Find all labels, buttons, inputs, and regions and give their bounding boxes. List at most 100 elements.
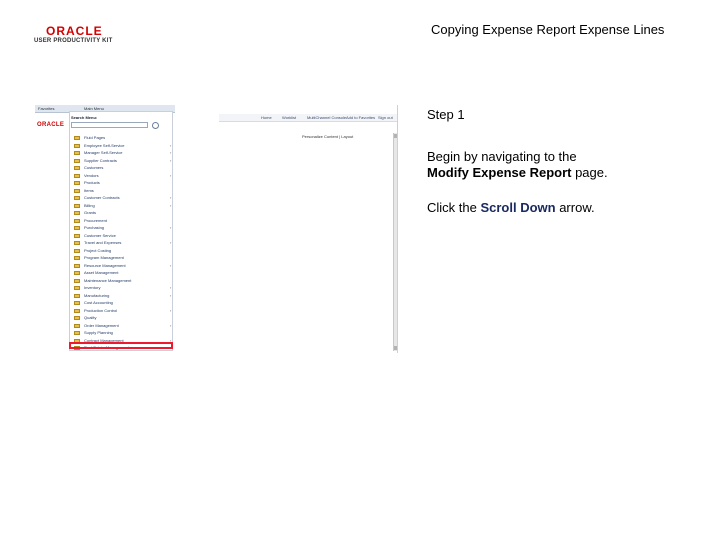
menu-item-label: Manufacturing	[84, 292, 110, 298]
oracle-logo: ORACLE	[46, 24, 103, 38]
sign-out-link[interactable]: Sign out	[378, 115, 393, 120]
menu-item[interactable]: Products	[74, 180, 172, 188]
menu-item[interactable]: Purchasing ›	[74, 225, 172, 233]
folder-icon	[74, 248, 80, 253]
submenu-arrow-icon: ›	[170, 202, 172, 208]
menu-item-label: Travel and Expenses	[84, 240, 122, 245]
step-label: Step 1	[427, 107, 465, 122]
folder-icon	[74, 301, 80, 305]
menu-item-label: Resource Management	[84, 262, 126, 268]
menu-item-label: Fluid Pages	[84, 135, 106, 140]
menu-item[interactable]: Billing ›	[74, 203, 172, 211]
multichannel-console-link[interactable]: MultiChannel Console	[307, 115, 346, 120]
document-title: Copying Expense Report Expense Lines	[431, 22, 665, 37]
menu-item[interactable]: Customer Service	[74, 233, 172, 241]
menu-item[interactable]: Inventory ›	[74, 285, 172, 293]
screenshot-oracle-logo: ORACLE	[37, 122, 65, 128]
menu-item[interactable]: Customer Contracts ›	[74, 195, 172, 203]
menu-item-label: Billing	[84, 202, 95, 208]
folder-icon	[74, 331, 80, 335]
folder-icon	[74, 181, 80, 185]
menu-item[interactable]: Supplier Contracts ›	[74, 158, 172, 166]
submenu-arrow-icon: ›	[170, 195, 172, 200]
menu-item-label: Maintenance Management	[84, 277, 132, 283]
menu-search-input[interactable]	[71, 122, 148, 128]
favorites-menu[interactable]: Favorites	[38, 106, 54, 111]
folder-icon	[74, 136, 80, 140]
instruction-suffix: arrow.	[555, 200, 595, 215]
search-go-icon[interactable]	[152, 122, 159, 129]
menu-item[interactable]: Supply Planning	[74, 330, 172, 338]
submenu-arrow-icon: ›	[170, 172, 172, 178]
menu-item-label: Asset Management	[84, 270, 119, 275]
menu-item[interactable]: Vendors ›	[74, 173, 172, 181]
folder-icon	[74, 203, 80, 208]
menu-item[interactable]: Maintenance Management	[74, 278, 172, 286]
menu-item[interactable]: Production Control ›	[74, 308, 172, 316]
folder-icon	[74, 226, 80, 230]
worklist-link[interactable]: Worklist	[282, 115, 296, 120]
menu-item[interactable]: Strategic Sourcing	[74, 353, 172, 354]
submenu-arrow-icon: ›	[170, 285, 172, 290]
submenu-arrow-icon: ›	[170, 150, 172, 155]
folder-icon	[74, 151, 80, 155]
menu-item-list: Fluid Pages Employee Self-Service › Manager…	[74, 135, 172, 353]
menu-item-label: Production Control	[84, 307, 118, 313]
submenu-arrow-icon: ›	[170, 225, 172, 230]
menu-item-label: Employee Self-Service	[84, 142, 125, 148]
intro-page-name: Modify Expense Report	[427, 165, 572, 180]
intro-suffix: page.	[571, 165, 608, 180]
submenu-arrow-icon: ›	[170, 142, 172, 148]
page-scrollbar[interactable]	[393, 133, 397, 351]
menu-item[interactable]: Employee Self-Service ›	[74, 143, 172, 151]
menu-item[interactable]: Asset Management	[74, 270, 172, 278]
menu-item[interactable]: Manufacturing ›	[74, 293, 172, 301]
menu-item[interactable]: Items	[74, 188, 172, 196]
scroll-down-arrow[interactable]	[394, 346, 397, 350]
menu-item[interactable]: Customers	[74, 165, 172, 173]
submenu-arrow-icon: ›	[170, 322, 172, 328]
add-to-favorites-link[interactable]: Add to Favorites	[346, 115, 375, 120]
folder-icon	[74, 256, 80, 260]
intro-prefix: Begin by navigating to the	[427, 149, 577, 164]
menu-item[interactable]: Manager Self-Service ›	[74, 150, 172, 158]
folder-icon	[74, 218, 80, 223]
menu-item-label: Customers	[84, 165, 104, 170]
menu-item[interactable]: Program Management	[74, 255, 172, 263]
menu-item[interactable]: Project Costing	[74, 248, 172, 256]
submenu-arrow-icon: ›	[170, 240, 172, 245]
menu-item-label: Customer Contracts	[84, 195, 120, 200]
search-menu-label: Search Menu:	[71, 115, 98, 120]
menu-item-label: Products	[84, 180, 100, 185]
menu-item[interactable]: Cost Accounting	[74, 300, 172, 308]
menu-item-label: Manager Self-Service	[84, 150, 123, 155]
submenu-arrow-icon: ›	[170, 262, 172, 268]
submenu-arrow-icon: ›	[170, 307, 172, 313]
menu-item-label: Supplier Contracts	[84, 157, 117, 163]
folder-icon	[74, 143, 80, 148]
personalize-links[interactable]: Personalize Content | Layout	[302, 134, 353, 139]
scroll-up-arrow[interactable]	[394, 134, 397, 138]
menu-item-label: Program Management	[84, 255, 124, 260]
menu-item[interactable]: Grants	[74, 210, 172, 218]
intro-text: Begin by navigating to the Modify Expens…	[427, 149, 707, 181]
submenu-arrow-icon: ›	[170, 292, 172, 298]
menu-item[interactable]: Quality	[74, 315, 172, 323]
submenu-arrow-icon: ›	[170, 157, 172, 163]
menu-item[interactable]: Resource Management ›	[74, 263, 172, 271]
menu-item[interactable]: Fluid Pages	[74, 135, 172, 143]
menu-item-label: Supply Planning	[84, 330, 113, 335]
menu-item[interactable]: Procurement	[74, 218, 172, 226]
menu-item-label: Project Costing	[84, 247, 112, 253]
instruction-prefix: Click the	[427, 200, 481, 215]
folder-icon	[74, 233, 80, 238]
home-link[interactable]: Home	[261, 115, 272, 120]
menu-item-label: Order Management	[84, 322, 119, 328]
menu-item-label: Procurement	[84, 217, 107, 223]
menu-item[interactable]: Order Management ›	[74, 323, 172, 331]
folder-icon	[74, 188, 80, 193]
folder-icon	[74, 316, 80, 320]
folder-icon	[74, 173, 80, 178]
folder-icon	[74, 241, 80, 245]
menu-item[interactable]: Travel and Expenses ›	[74, 240, 172, 248]
